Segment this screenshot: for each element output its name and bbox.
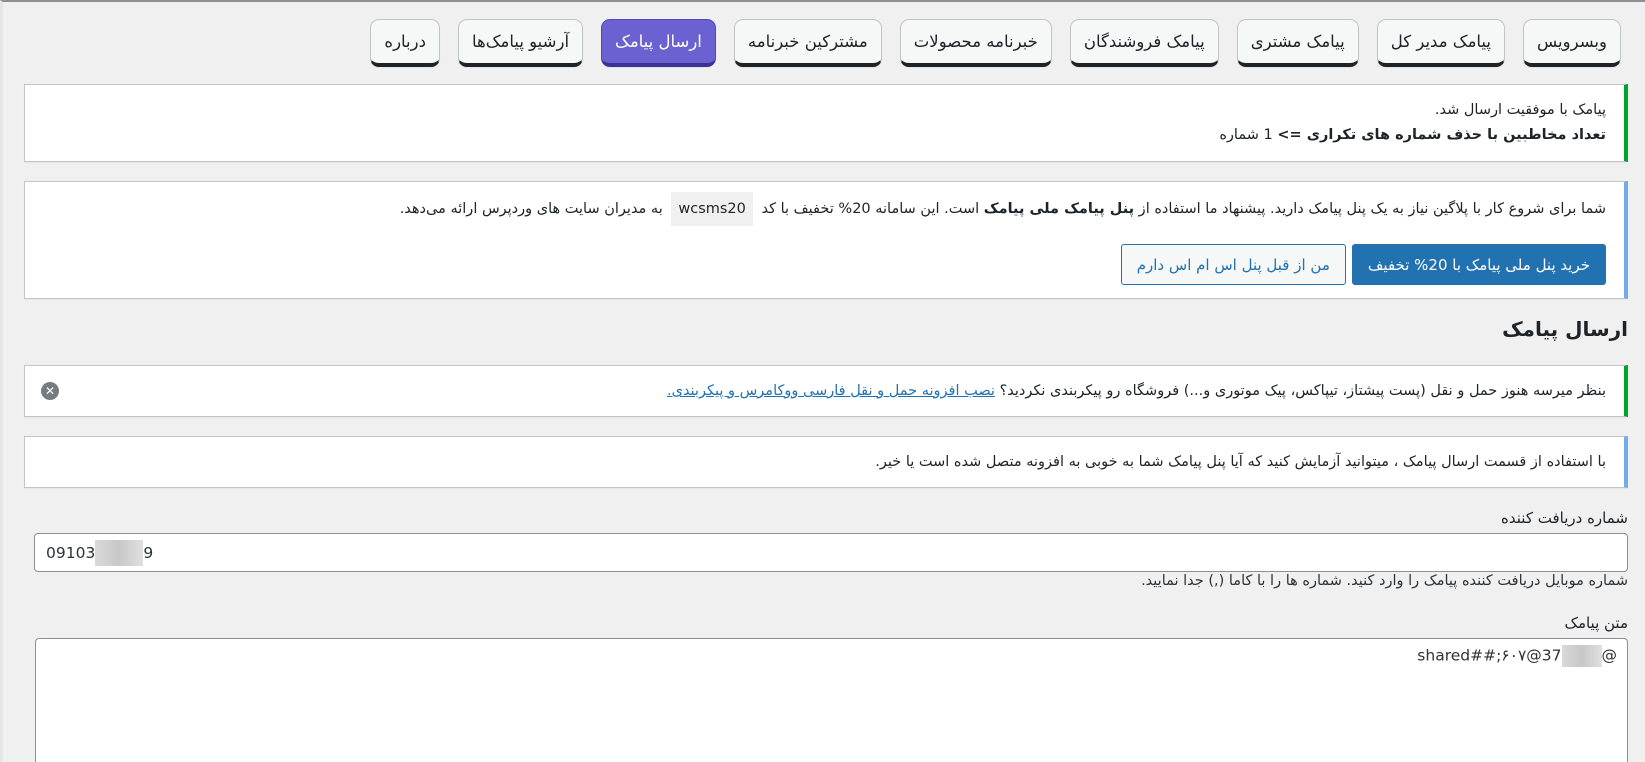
tab-bar: وبسرویس پیامک مدیر کل پیامک مشتری پیامک … xyxy=(370,19,1621,67)
test-info-notice: با استفاده از قسمت ارسال پیامک ، میتوانی… xyxy=(24,436,1628,488)
tab-sms-archive[interactable]: آرشیو پیامک‌ها xyxy=(457,19,584,67)
message-value-start: shared##;۶۰۷@37 xyxy=(1417,646,1562,665)
test-info-text: با استفاده از قسمت ارسال پیامک ، میتوانی… xyxy=(875,454,1606,470)
promo-panel-name: پنل پیامک ملی پیامک xyxy=(983,201,1135,217)
page-title: ارسال پیامک xyxy=(1502,317,1628,341)
redacted-block xyxy=(95,539,144,566)
success-message: پیامک با موفقیت ارسال شد. xyxy=(1434,102,1606,118)
tab-product-newsletter[interactable]: خبرنامه محصولات xyxy=(899,19,1052,67)
redacted-block xyxy=(1561,645,1602,667)
receiver-value-start: 09103 xyxy=(46,543,96,562)
tab-admin-sms[interactable]: پیامک مدیر کل xyxy=(1376,19,1506,67)
receiver-number-input[interactable]: 09103 9 xyxy=(34,533,1628,572)
shipping-notice: بنظر میرسه هنوز حمل و نقل (پست پیشتاز، ت… xyxy=(24,365,1628,417)
promo-text-part1: شما برای شروع کار با پلاگین نیاز به یک پ… xyxy=(1134,201,1606,217)
panel-promo-notice: شما برای شروع کار با پلاگین نیاز به یک پ… xyxy=(24,181,1628,299)
recipient-count-label: تعداد مخاطبین با حذف شماره های تکراری => xyxy=(1277,127,1606,143)
receiver-value-end: 9 xyxy=(143,543,154,562)
promo-text: شما برای شروع کار با پلاگین نیاز به یک پ… xyxy=(43,192,1606,226)
tab-webservice[interactable]: وبسرویس xyxy=(1523,19,1621,67)
promo-text-part3: به مدیران سایت های وردپرس ارائه می‌دهد. xyxy=(399,201,663,217)
tab-newsletter-subscribers[interactable]: مشترکین خبرنامه xyxy=(733,19,882,67)
recipient-count-value: 1 شماره xyxy=(1219,127,1278,143)
promo-buttons: خرید پنل ملی پیامک با 20% تخفیف من از قب… xyxy=(43,244,1606,285)
tab-vendor-sms[interactable]: پیامک فروشندگان xyxy=(1069,19,1219,67)
tab-customer-sms[interactable]: پیامک مشتری xyxy=(1236,19,1359,67)
message-label: متن پیامک xyxy=(1564,614,1628,632)
tab-about[interactable]: درباره xyxy=(370,19,440,67)
message-textarea[interactable]: shared##;۶۰۷@37 @ xyxy=(35,638,1628,762)
tab-send-sms[interactable]: ارسال پیامک xyxy=(601,19,716,67)
buy-panel-button[interactable]: خرید پنل ملی پیامک با 20% تخفیف xyxy=(1351,244,1606,285)
receiver-description: شماره موبایل دریافت کننده پیامک را وارد … xyxy=(1141,573,1628,589)
message-value-end: @ xyxy=(1601,646,1618,665)
discount-code: wcsms20 xyxy=(671,192,753,226)
success-notice: پیامک با موفقیت ارسال شد. تعداد مخاطبین … xyxy=(24,84,1628,162)
shipping-notice-text: بنظر میرسه هنوز حمل و نقل (پست پیشتاز، ت… xyxy=(999,383,1606,399)
install-shipping-plugin-link[interactable]: نصب افزونه حمل و نقل فارسی ووکامرس و پیک… xyxy=(667,383,995,399)
promo-text-part2: است. این سامانه 20% تخفیف با کد xyxy=(761,201,984,217)
receiver-label: شماره دریافت کننده xyxy=(1501,509,1628,527)
recipient-count: تعداد مخاطبین با حذف شماره های تکراری =>… xyxy=(43,123,1606,148)
sms-settings-page: وبسرویس پیامک مدیر کل پیامک مشتری پیامک … xyxy=(0,0,1645,762)
close-circle-icon[interactable]: ✕ xyxy=(41,382,59,400)
already-have-panel-button[interactable]: من از قبل پنل اس ام اس دارم xyxy=(1120,244,1346,285)
